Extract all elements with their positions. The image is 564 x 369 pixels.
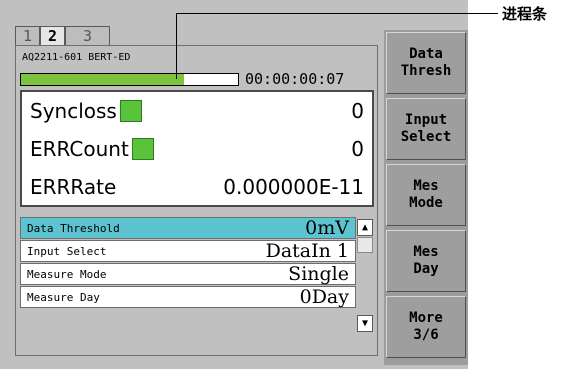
progress-bar — [20, 73, 239, 86]
setting-label: Input Select — [27, 244, 107, 258]
errrate-value: 0.000000E-11 — [223, 175, 364, 199]
tab-3[interactable]: 3 — [65, 26, 110, 46]
softkey-mes-day[interactable]: Mes Day — [386, 230, 466, 292]
syncloss-row: Syncloss 0 — [30, 96, 364, 126]
triangle-up-icon[interactable]: ▲ — [357, 219, 373, 236]
setting-input-select[interactable]: Input Select DataIn 1 — [20, 240, 356, 262]
errcount-row: ERRCount 0 — [30, 134, 364, 164]
triangle-down-icon[interactable]: ▼ — [357, 315, 373, 332]
setting-value: 0Day — [299, 286, 349, 308]
softkey-data-thresh[interactable]: Data Thresh — [386, 32, 466, 94]
syncloss-indicator — [119, 100, 142, 122]
setting-label: Measure Mode — [27, 267, 107, 281]
setting-measure-mode[interactable]: Measure Mode Single — [20, 263, 356, 285]
errcount-label: ERRCount — [30, 137, 129, 161]
elapsed-time: 00:00:00:07 — [245, 70, 345, 88]
setting-label: Measure Day — [27, 290, 100, 304]
settings-list: Data Threshold 0mV Input Select DataIn 1… — [20, 217, 356, 309]
device-name: AQ2211-601 BERT-ED — [22, 52, 131, 63]
tab-1[interactable]: 1 — [15, 26, 40, 46]
syncloss-value: 0 — [351, 99, 364, 123]
setting-value: DataIn 1 — [265, 240, 349, 262]
setting-measure-day[interactable]: Measure Day 0Day — [20, 286, 356, 308]
errcount-indicator — [131, 138, 154, 160]
errcount-value: 0 — [351, 137, 364, 161]
progress-fill — [21, 74, 184, 85]
callout-leader-horizontal — [176, 13, 498, 14]
softkey-input-select[interactable]: Input Select — [386, 98, 466, 160]
errrate-label: ERRRate — [30, 175, 117, 199]
softkey-panel: Data Thresh Input Select Mes Mode Mes Da… — [384, 30, 468, 365]
syncloss-label: Syncloss — [30, 99, 117, 123]
setting-value: Single — [288, 263, 349, 285]
setting-value: 0mV — [305, 217, 349, 239]
settings-scrollbar[interactable]: ▲ ▼ — [357, 217, 375, 335]
softkey-mes-mode[interactable]: Mes Mode — [386, 164, 466, 226]
scroll-thumb[interactable] — [357, 237, 373, 253]
tab-2[interactable]: 2 — [40, 26, 65, 46]
callout-leader-vertical — [176, 13, 177, 79]
callout-label: 进程条 — [502, 5, 548, 23]
setting-data-threshold[interactable]: Data Threshold 0mV — [20, 217, 356, 239]
measurement-panel: Syncloss 0 ERRCount 0 ERRRate 0.000000E-… — [20, 90, 374, 207]
softkey-more[interactable]: More 3/6 — [386, 296, 466, 358]
setting-label: Data Threshold — [27, 221, 120, 235]
errrate-row: ERRRate 0.000000E-11 — [30, 172, 364, 202]
